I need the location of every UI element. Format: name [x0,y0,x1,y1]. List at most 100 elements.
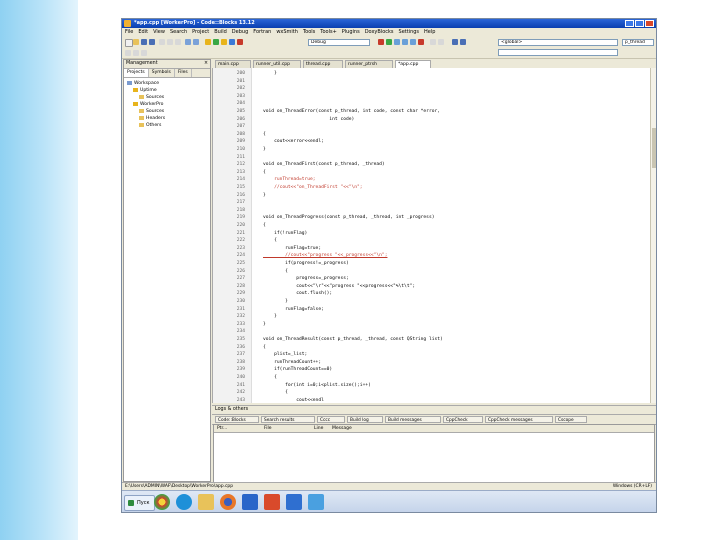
menu-search[interactable]: Search [170,28,187,37]
stop-debug-icon[interactable] [418,39,424,45]
copy-icon[interactable] [167,39,173,45]
replace-icon[interactable] [193,39,199,45]
menu-fortran[interactable]: Fortran [253,28,271,37]
edge-browser-icon[interactable] [176,494,192,510]
column-file[interactable]: File [264,425,272,432]
logs-tab-codeblocks[interactable]: Code::Blocks [215,416,259,423]
open-folder-icon[interactable] [133,39,139,45]
step-out-icon[interactable] [410,39,416,45]
logs-tab-search-results[interactable]: Search results [261,416,315,423]
logs-tab-build-log[interactable]: Build log [347,416,383,423]
column-message[interactable]: Message [332,425,352,432]
code-line[interactable]: cout<<endl [263,397,324,405]
various-info-icon[interactable] [438,39,444,45]
debug-icon[interactable] [378,39,384,45]
tree-folder-sources-2[interactable]: Sources [139,108,164,115]
code-line[interactable]: } [263,70,277,78]
code-line[interactable]: cout<<error<<endl; [263,138,324,146]
jump-forward-icon[interactable] [460,39,466,45]
symbol-select[interactable]: <global> [498,39,618,46]
chrome-icon[interactable] [154,494,170,510]
firefox-icon[interactable] [220,494,236,510]
close-panel-icon[interactable]: × [204,60,208,68]
tab-runner-util-cpp[interactable]: runner_util.cpp [253,60,301,68]
tree-folder-sources[interactable]: Sources [139,94,164,101]
build-and-run-icon[interactable] [221,39,227,45]
code-editor[interactable]: 200 } 201 202 203 204 205 void on_ThreadError(… [212,68,651,403]
code-line[interactable]: void on_ThreadFirst(const p_thread, _thr… [263,161,385,169]
build-target-select[interactable]: Debug [308,39,370,46]
code-line[interactable]: } [263,146,266,154]
step-into-icon[interactable] [394,39,400,45]
code-line[interactable]: } [263,192,266,200]
paste-icon[interactable] [175,39,181,45]
logs-tab-build-messages[interactable]: Build messages [385,416,441,423]
settings-app-icon[interactable] [308,494,324,510]
tree-folder-others[interactable]: Others [139,122,161,129]
column-line[interactable]: Line [314,425,323,432]
column-first[interactable]: Ptr... [217,425,227,432]
scope-select[interactable] [498,49,618,56]
logs-tab-cccc[interactable]: Cccc [317,416,345,423]
menu-build[interactable]: Build [214,28,227,37]
tab-projects[interactable]: Projects [124,69,149,77]
logs-tab-cppcheck[interactable]: CppCheck [443,416,483,423]
tree-project-workerpro[interactable]: WorkerPro [133,101,163,108]
tree-workspace[interactable]: Workspace [127,80,159,87]
logs-tab-cscope[interactable]: Cscope [555,416,587,423]
scrollbar-thumb[interactable] [652,128,656,168]
tree-project-uptime[interactable]: Uptime [133,87,157,94]
uncomment-icon[interactable] [133,50,139,56]
tab-files[interactable]: Files [175,69,192,77]
menu-edit[interactable]: Edit [138,28,148,37]
presentation-app-icon[interactable] [264,494,280,510]
menu-debug[interactable]: Debug [232,28,248,37]
menu-view[interactable]: View [153,28,165,37]
debug-continue-icon[interactable] [386,39,392,45]
toggle-bookmark-icon[interactable] [141,50,147,56]
close-button[interactable] [645,20,654,27]
save-all-icon[interactable] [149,39,155,45]
menu-project[interactable]: Project [192,28,209,37]
menu-plugins[interactable]: Plugins [342,28,360,37]
tab-app-cpp[interactable]: *app.cpp [395,60,431,68]
tree-folder-headers[interactable]: Headers [139,115,165,122]
menu-settings[interactable]: Settings [399,28,420,37]
run-icon[interactable] [213,39,219,45]
rebuild-icon[interactable] [229,39,235,45]
tab-runner-ptrsh[interactable]: runner_ptrsh [345,60,393,68]
menu-wxsmith[interactable]: wxSmith [276,28,298,37]
maximize-button[interactable] [635,20,644,27]
logs-tab-cppcheck-messages[interactable]: CppCheck messages [485,416,553,423]
cut-icon[interactable] [159,39,165,45]
code-line[interactable]: void on_ThreadProgress(const p_thread, _… [263,214,434,222]
code-line[interactable]: } [263,321,266,329]
function-select[interactable]: p_thread [622,39,654,46]
file-explorer-icon[interactable] [198,494,214,510]
menu-tools-plus[interactable]: Tools+ [320,28,337,37]
abort-icon[interactable] [237,39,243,45]
menu-file[interactable]: File [125,28,133,37]
code-line[interactable]: void on_ThreadResult(const p_thread, _th… [263,336,443,344]
comment-icon[interactable] [125,50,131,56]
jump-back-icon[interactable] [452,39,458,45]
debug-windows-icon[interactable] [430,39,436,45]
tab-symbols[interactable]: Symbols [149,69,175,77]
find-icon[interactable] [185,39,191,45]
build-gear-icon[interactable] [205,39,211,45]
window-app-icon[interactable] [242,494,258,510]
editor-scrollbar[interactable] [650,68,656,403]
tab-thread-cpp[interactable]: thread.cpp [303,60,343,68]
code-line[interactable]: //cout<<"on_ThreadFirst "<<"\n"; [263,184,363,192]
menu-help[interactable]: Help [424,28,435,37]
menu-tools[interactable]: Tools [303,28,315,37]
tab-main-cpp[interactable]: main.cpp [215,60,251,68]
start-button[interactable]: Пуск [124,495,155,511]
new-file-icon[interactable] [125,39,133,47]
menu-doxyblocks[interactable]: DoxyBlocks [365,28,394,37]
dropbox-icon[interactable] [286,494,302,510]
save-icon[interactable] [141,39,147,45]
minimize-button[interactable] [625,20,634,27]
logs-list[interactable]: Ptr... File Line Message [213,424,655,483]
code-line[interactable]: int code) [263,116,354,124]
